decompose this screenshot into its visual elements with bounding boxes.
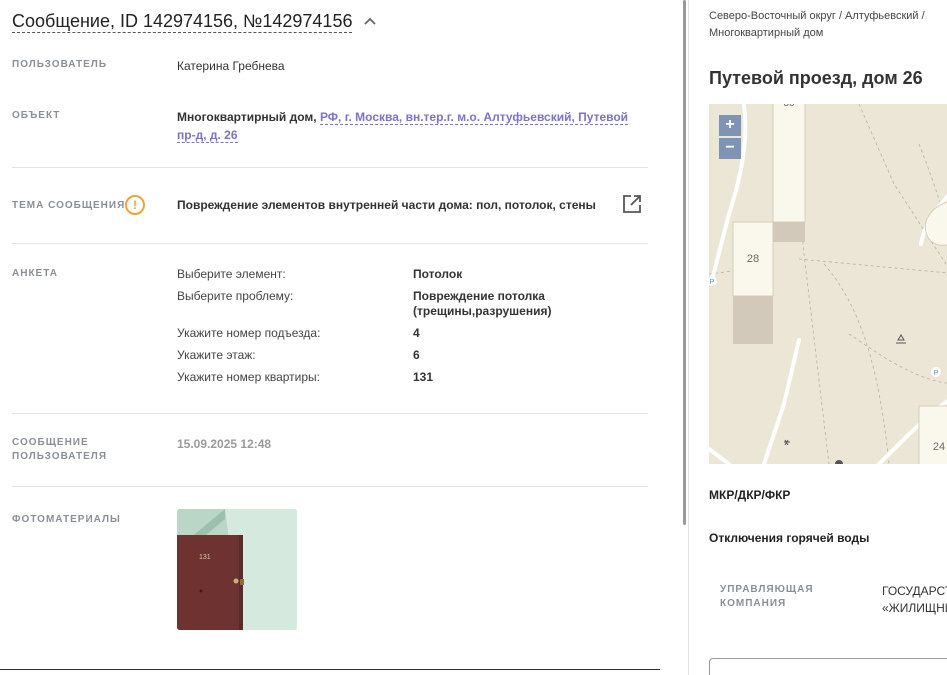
photo-image: 131	[177, 509, 297, 630]
survey-answer: 4	[413, 326, 420, 340]
warning-icon[interactable]: !	[125, 195, 145, 215]
user-message-label: СООБЩЕНИЕ ПОЛЬЗОВАТЕЛЯ	[12, 436, 107, 464]
survey-answer: Потолок	[413, 267, 463, 281]
bottom-field[interactable]	[709, 658, 947, 675]
divider	[12, 413, 648, 414]
object-label: ОБЪЕКТ	[12, 110, 61, 121]
management-company-value: ГОСУДАРСТВ «ЖИЛИЩНИ	[882, 583, 947, 617]
map-canvas: 28 30 24 P P	[709, 104, 947, 464]
external-link-icon[interactable]	[622, 194, 642, 214]
photo-door-number: 131	[199, 554, 211, 561]
object-value: Многоквартирный дом, РФ, г. Москва, вн.т…	[177, 108, 647, 144]
management-company-label-line2: КОМПАНИЯ	[720, 598, 787, 609]
map-label-24: 24	[933, 441, 945, 453]
topic-value: Повреждение элементов внутренней части д…	[177, 198, 596, 212]
breadcrumb-line2[interactable]: Многоквартирный дом	[709, 25, 947, 42]
section-hot-water[interactable]: Отключения горячей воды	[709, 531, 869, 545]
divider	[12, 167, 648, 168]
object-type: Многоквартирный дом,	[177, 110, 317, 124]
survey-answer: 131	[413, 370, 434, 384]
zoom-out-button[interactable]: −	[719, 138, 741, 159]
survey-question: Выберите проблему:	[177, 289, 294, 303]
user-message-date: 15.09.2025 12:48	[177, 437, 272, 451]
survey-question: Укажите номер квартиры:	[177, 370, 321, 384]
survey-label: АНКЕТА	[12, 268, 58, 279]
side-panel: Северо-Восточный округ / Алтуфьевский / …	[689, 0, 947, 675]
divider	[12, 243, 648, 244]
map-label-28: 28	[747, 253, 759, 265]
breadcrumb: Северо-Восточный округ / Алтуфьевский / …	[709, 8, 947, 42]
breadcrumb-line1[interactable]: Северо-Восточный округ / Алтуфьевский /	[709, 8, 947, 25]
topic-label: ТЕМА СООБЩЕНИЯ	[12, 200, 126, 211]
user-message-label-line1: СООБЩЕНИЕ	[12, 437, 89, 448]
address-title: Путевой проезд, дом 26	[709, 68, 923, 88]
user-label: ПОЛЬЗОВАТЕЛЬ	[12, 59, 108, 70]
section-mkr[interactable]: МКР/ДКР/ФКР	[709, 488, 790, 502]
svg-text:P: P	[934, 370, 939, 377]
map-label-30: 30	[783, 104, 795, 109]
survey-answer: Повреждение потолка (трещины,разрушения)	[413, 289, 552, 318]
management-company-value-line2: «ЖИЛИЩНИ	[882, 601, 947, 615]
management-company-label-line1: УПРАВЛЯЮЩАЯ	[720, 584, 814, 595]
map[interactable]: 28 30 24 P P + −	[709, 104, 947, 464]
management-company-value-line1: ГОСУДАРСТВ	[882, 584, 947, 598]
user-message-label-line2: ПОЛЬЗОВАТЕЛЯ	[12, 451, 108, 462]
bottom-divider	[0, 669, 660, 670]
user-value: Катерина Гребнева	[177, 59, 285, 73]
survey-question: Выберите элемент:	[177, 267, 286, 281]
scrollbar[interactable]	[683, 0, 686, 525]
survey-question: Укажите номер подъезда:	[177, 326, 321, 340]
photos-label: ФОТОМАТЕРИАЛЫ	[12, 514, 121, 525]
zoom-in-button[interactable]: +	[719, 115, 741, 136]
survey-answer: 6	[413, 348, 420, 362]
management-company-label: УПРАВЛЯЮЩАЯ КОМПАНИЯ	[720, 583, 814, 611]
svg-text:P: P	[710, 279, 715, 286]
chevron-up-icon[interactable]	[364, 16, 376, 26]
message-panel: Сообщение, ID 142974156, №142974156 ПОЛЬ…	[0, 0, 660, 675]
photo-thumbnail[interactable]: 131	[177, 509, 297, 630]
divider	[12, 486, 648, 487]
survey-question: Укажите этаж:	[177, 348, 256, 362]
message-title[interactable]: Сообщение, ID 142974156, №142974156	[12, 10, 353, 33]
